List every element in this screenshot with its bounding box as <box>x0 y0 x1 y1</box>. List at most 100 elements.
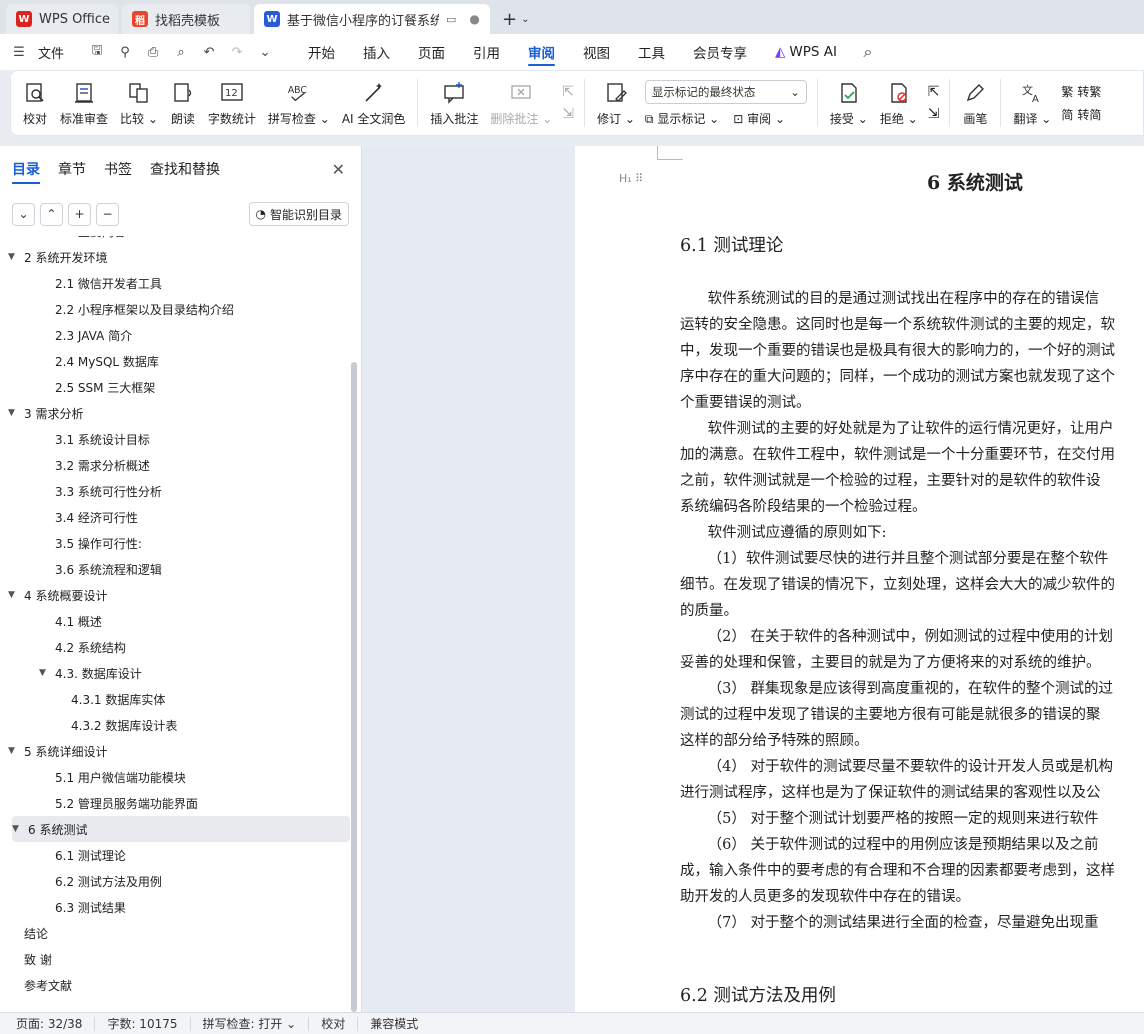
save-icon[interactable]: 🖫 <box>88 43 106 61</box>
toc-item[interactable]: 2.4 MySQL 数据库 <box>0 348 352 374</box>
document-page[interactable]: H₁ ⠿ 6 系统测试 6.1 测试理论 软件系统测试的目的是通过测试找出在程序… <box>575 146 1144 1012</box>
toc-item[interactable]: 3.3 系统可行性分析 <box>0 478 352 504</box>
remove-heading-button[interactable]: − <box>96 202 119 226</box>
close-icon[interactable]: ✕ <box>332 160 345 179</box>
undo-icon[interactable]: ↶ <box>200 43 218 61</box>
file-menu[interactable]: 文件 <box>38 43 64 62</box>
expand-all-button[interactable]: ⌄ <box>12 202 35 226</box>
hamburger-icon[interactable]: ☰ <box>10 43 28 61</box>
toc-item[interactable]: ▼ 2 系统开发环境 <box>0 244 352 270</box>
toc-item[interactable]: ▼ 5 系统详细设计 <box>0 738 352 764</box>
smart-toc-button[interactable]: ◔ 智能识别目录 <box>248 202 349 226</box>
toc-item[interactable]: ▼ 4 系统概要设计 <box>0 582 352 608</box>
spell-check-button[interactable]: ABC 拼写检查 ⌄ <box>262 73 336 133</box>
tab-wps-office[interactable]: W WPS Office <box>6 4 118 34</box>
to-traditional-button[interactable]: 繁转繁 <box>1061 83 1101 100</box>
next-change-icon[interactable]: ⇲ <box>928 106 940 122</box>
previous-change-icon[interactable]: ⇱ <box>928 84 940 100</box>
toc-item[interactable]: 2.1 微信开发者工具 <box>0 270 352 296</box>
toc-item[interactable]: 2.5 SSM 三大框架 <box>0 374 352 400</box>
next-comment-icon[interactable]: ⇲ <box>562 106 574 122</box>
toc-item[interactable]: 5.1 用户微信端功能模块 <box>0 764 352 790</box>
toc-item[interactable]: 3.5 操作可行性: <box>0 530 352 556</box>
toc-item[interactable]: 4.2 系统结构 <box>0 634 352 660</box>
toc-item[interactable]: 4.1 概述 <box>0 608 352 634</box>
menu-wps-ai[interactable]: ◭ WPS AI <box>761 34 851 70</box>
tab-docer-templates[interactable]: 稻 找稻壳模板 <box>122 4 250 34</box>
toc-item[interactable]: 4.3.2 数据库设计表 <box>0 712 352 738</box>
tab-find-replace[interactable]: 查找和替换 <box>150 146 220 192</box>
read-aloud-button[interactable]: 朗读 <box>164 73 202 133</box>
translate-button[interactable]: 文A 翻译 ⌄ <box>1007 73 1057 133</box>
caret-down-icon[interactable]: ▼ <box>8 746 22 756</box>
toc-item[interactable]: 2.3 JAVA 简介 <box>0 322 352 348</box>
search-icon[interactable]: ⌕ <box>859 42 877 61</box>
tab-bookmarks[interactable]: 书签 <box>104 146 132 192</box>
menu-review[interactable]: 审阅 <box>514 34 569 70</box>
proofread-status[interactable]: 校对 <box>309 1016 359 1031</box>
collapse-all-button[interactable]: ⌃ <box>40 202 63 226</box>
print-icon[interactable]: ⎙ <box>144 43 162 61</box>
print-preview-icon[interactable]: ⌕ <box>172 43 190 61</box>
menu-view[interactable]: 视图 <box>569 34 624 70</box>
proofread-button[interactable]: 校对 <box>16 73 54 133</box>
markup-state-select[interactable]: 显示标记的最终状态 ⌄ <box>644 79 807 104</box>
caret-down-icon[interactable]: ▼ <box>12 824 26 834</box>
compare-button[interactable]: 比较 ⌄ <box>114 73 164 133</box>
toc-item[interactable]: 参考文献 <box>0 972 352 998</box>
delete-comment-button[interactable]: 删除批注 ⌄ <box>484 73 558 133</box>
toc-item[interactable]: 6.2 测试方法及用例 <box>0 868 352 894</box>
menu-home[interactable]: 开始 <box>294 34 349 70</box>
toc-item[interactable]: 3.4 经济可行性 <box>0 504 352 530</box>
track-changes-button[interactable]: 修订 ⌄ <box>591 73 641 133</box>
add-heading-button[interactable]: + <box>68 202 91 226</box>
spell-check-status[interactable]: 拼写检查: 打开 ⌄ <box>191 1016 310 1031</box>
share-icon[interactable]: ⚲ <box>116 43 134 61</box>
more-chevron-icon[interactable]: ⌄ <box>256 43 274 61</box>
menu-member[interactable]: 会员专享 <box>679 34 761 70</box>
insert-comment-button[interactable]: 插入批注 <box>424 73 484 133</box>
show-markup-button[interactable]: ⧉ 显示标记 ⌄ <box>645 110 719 127</box>
review-pane-button[interactable]: ⊡ 审阅 ⌄ <box>733 110 785 127</box>
word-count[interactable]: 字数: 10175 <box>95 1016 191 1031</box>
caret-down-icon[interactable]: ▼ <box>8 408 22 418</box>
menu-tools[interactable]: 工具 <box>624 34 679 70</box>
toc-item[interactable]: 3.2 需求分析概述 <box>0 452 352 478</box>
toc-item[interactable]: 5.2 管理员服务端功能界面 <box>0 790 352 816</box>
menu-page[interactable]: 页面 <box>404 34 459 70</box>
toc-item[interactable]: 结论 <box>0 920 352 946</box>
to-simplified-button[interactable]: 简转简 <box>1061 106 1101 123</box>
toc-item[interactable]: 2.2 小程序框架以及目录结构介绍 <box>0 296 352 322</box>
toc-item[interactable]: 6.3 测试结果 <box>0 894 352 920</box>
redo-icon[interactable]: ↷ <box>228 43 246 61</box>
unsaved-dot-icon[interactable]: ● <box>469 12 479 26</box>
tab-chapters[interactable]: 章节 <box>58 146 86 192</box>
toc-item[interactable]: 4.3.1 数据库实体 <box>0 686 352 712</box>
menu-reference[interactable]: 引用 <box>459 34 514 70</box>
toc-item[interactable]: 3.6 系统流程和逻辑 <box>0 556 352 582</box>
caret-down-icon[interactable]: ▼ <box>39 668 53 678</box>
toc-item[interactable]: 1.3 主要内容 <box>0 236 352 244</box>
previous-comment-icon[interactable]: ⇱ <box>562 84 574 100</box>
toc-item[interactable]: 3.1 系统设计目标 <box>0 426 352 452</box>
new-tab-button[interactable]: + ⌄ <box>494 4 537 34</box>
caret-down-icon[interactable]: ▼ <box>8 252 22 262</box>
pen-button[interactable]: 画笔 <box>956 73 994 133</box>
tab-toc[interactable]: 目录 <box>12 146 40 192</box>
accept-button[interactable]: 接受 ⌄ <box>824 73 874 133</box>
ai-polish-button[interactable]: AI 全文润色 <box>336 73 412 133</box>
heading-level-icon[interactable]: H₁ ⠿ <box>619 172 643 185</box>
toc-item[interactable]: 致 谢 <box>0 946 352 972</box>
reject-button[interactable]: 拒绝 ⌄ <box>874 73 924 133</box>
tab-document[interactable]: W 基于微信小程序的订餐系统设 ▭ ● <box>254 4 490 34</box>
toc-item[interactable]: 6.1 测试理论 <box>0 842 352 868</box>
toc-scrollbar[interactable] <box>351 362 357 1012</box>
toc-item[interactable]: ▼ 6 系统测试 <box>12 816 350 842</box>
toc-item[interactable]: ▼ 3 需求分析 <box>0 400 352 426</box>
menu-insert[interactable]: 插入 <box>349 34 404 70</box>
word-count-button[interactable]: 12 字数统计 <box>202 73 262 133</box>
caret-down-icon[interactable]: ▼ <box>8 590 22 600</box>
page-indicator[interactable]: 页面: 32/38 <box>0 1016 96 1031</box>
toc-item[interactable]: ▼ 4.3. 数据库设计 <box>0 660 352 686</box>
standard-review-button[interactable]: 标准审查 <box>54 73 114 133</box>
